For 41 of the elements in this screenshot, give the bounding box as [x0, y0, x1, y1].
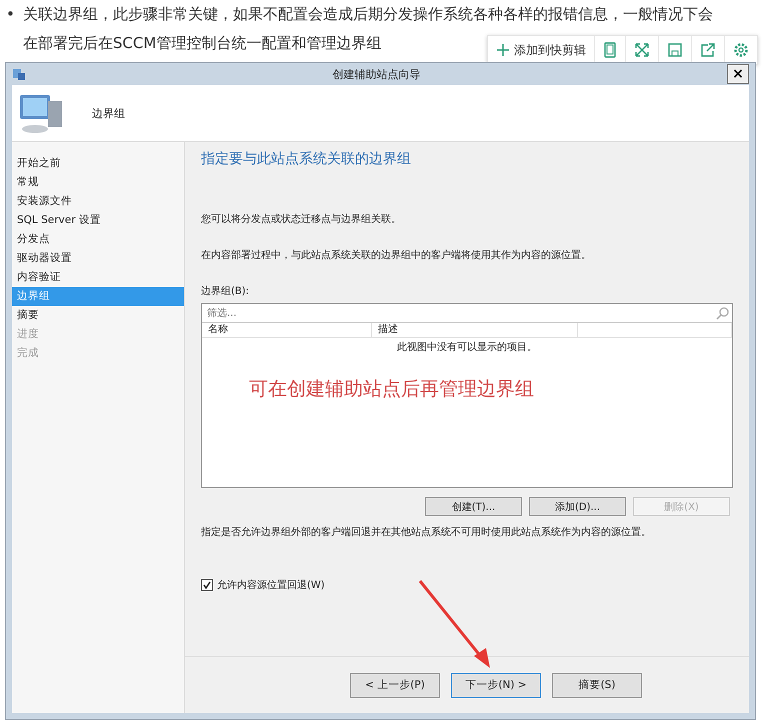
- step-item[interactable]: 分发点: [12, 230, 184, 249]
- add-to-clip-button[interactable]: 添加到快剪辑: [488, 36, 594, 64]
- fallback-checkbox[interactable]: [201, 579, 213, 591]
- save-icon[interactable]: [658, 36, 691, 64]
- step-item[interactable]: 驱动器设置: [12, 249, 184, 268]
- search-icon: [716, 306, 729, 320]
- wizard-nav-button[interactable]: 下一步(N) >: [451, 672, 541, 698]
- step-item[interactable]: 常规: [12, 173, 184, 192]
- settings-icon[interactable]: [724, 36, 757, 64]
- tablet-icon[interactable]: [594, 36, 625, 64]
- step-item[interactable]: 安装源文件: [12, 192, 184, 211]
- section-heading: 指定要与此站点系统关联的边界组: [201, 150, 412, 168]
- annotation-text: 可在创建辅助站点后再管理边界组: [249, 377, 535, 402]
- column-header[interactable]: 描述: [372, 323, 578, 337]
- article-text: 在部署完后在SCCM管理控制台统一配置和管理边界组: [22, 33, 382, 54]
- bullet: •: [6, 4, 15, 25]
- fallback-note: 指定是否允许边界组外部的客户端回退并在其他站点系统不可用时使用此站点系统作为内容的源位置。: [201, 526, 652, 539]
- intro-text: 您可以将分发点或状态迁移点与边界组关联。: [201, 212, 402, 226]
- column-header[interactable]: 名称: [202, 323, 372, 337]
- step-item[interactable]: 摘要: [12, 306, 184, 325]
- window-title: 创建辅助站点向导: [332, 66, 422, 82]
- wizard-app-icon: [12, 67, 26, 81]
- list-action-button[interactable]: 创建(T)...: [425, 497, 522, 516]
- filter-field[interactable]: 筛选...: [205, 306, 716, 320]
- plus-icon: [496, 43, 510, 57]
- step-item[interactable]: SQL Server 设置: [12, 211, 184, 230]
- check-icon: [203, 581, 211, 589]
- share-icon[interactable]: [691, 36, 724, 64]
- article-text: 关联边界组，此步骤非常关键，如果不配置会造成后期分发操作系统各种各样的报错信息，一般情况下会: [22, 4, 713, 25]
- list-label: 边界组(B):: [201, 284, 250, 298]
- fullscreen-icon[interactable]: [625, 36, 658, 64]
- step-item[interactable]: 开始之前: [12, 154, 184, 173]
- page-title: 边界组: [92, 106, 125, 120]
- description-text: 在内容部署过程中，与此站点系统关联的边界组中的客户端将使用其作为内容的源位置。: [201, 248, 592, 262]
- close-button[interactable]: ×: [727, 64, 749, 84]
- wizard-nav-button[interactable]: < 上一步(P): [350, 672, 440, 698]
- step-item[interactable]: 内容验证: [12, 268, 184, 287]
- empty-message: 此视图中没有可以显示的项目。: [396, 340, 538, 354]
- checkbox-label: 允许内容源位置回退(W): [217, 578, 325, 592]
- list-action-button[interactable]: 添加(D)...: [529, 497, 626, 516]
- wizard-nav-button[interactable]: 摘要(S): [552, 672, 642, 698]
